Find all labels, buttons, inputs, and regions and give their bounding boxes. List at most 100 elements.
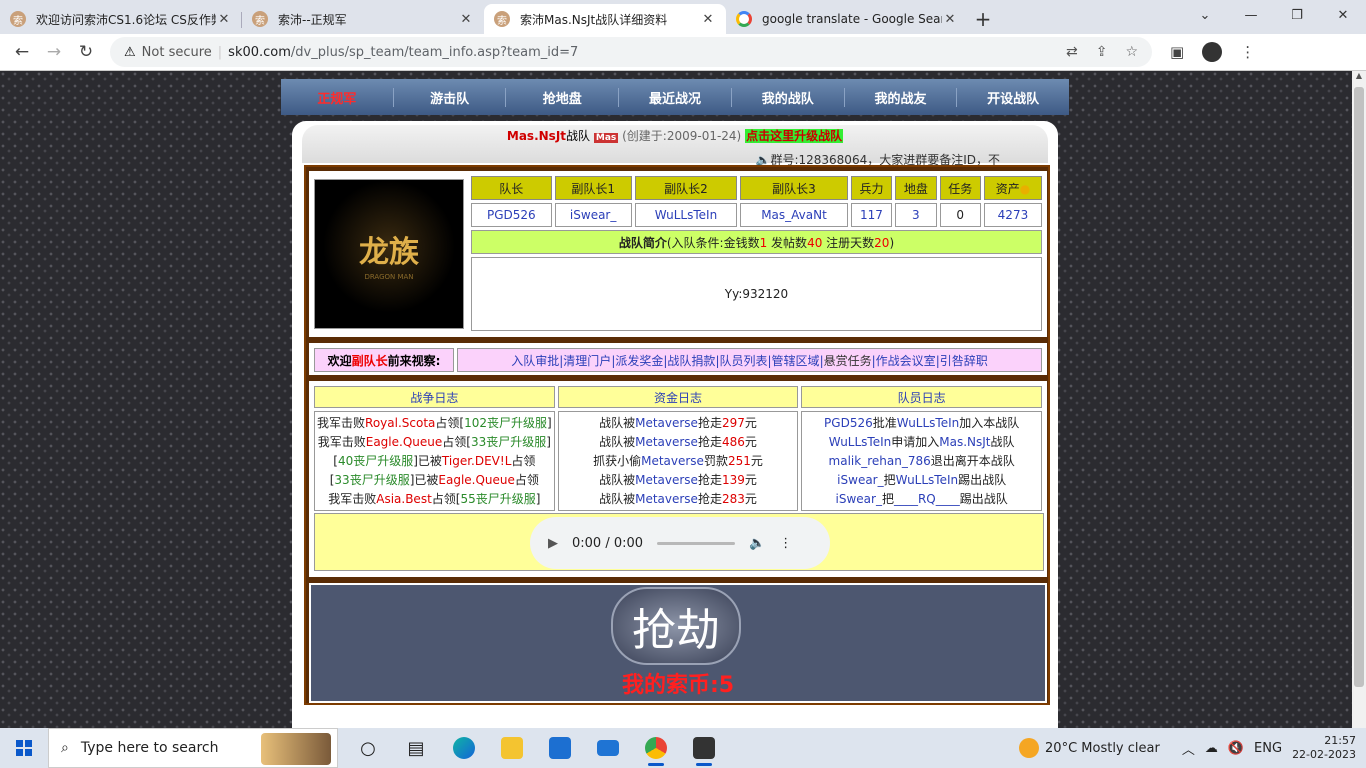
troops-link[interactable]: 117 [850,203,893,227]
welcome-section: 欢迎副队长前来视察: 入队审批|清理门户|派发奖金|战队捐款|队员列表|管辖区域… [309,343,1047,375]
team-name[interactable]: Mas.NsJt [507,129,566,143]
war-log-header[interactable]: 战争日志 [314,386,555,408]
sidebar-icon[interactable]: ▣ [1170,43,1184,61]
avatar[interactable] [1202,42,1223,62]
logs-table: 战争日志 资金日志 队员日志 我军击败Royal.Scota占领[102丧尸升级… [311,383,1045,514]
link-join-approval[interactable]: 入队审批 [511,354,559,368]
close-icon[interactable]: ✕ [458,12,474,27]
my-coins: 我的索币:5 [621,673,735,698]
vice-captain-1-link[interactable]: iSwear_ [554,203,632,227]
back-icon[interactable]: ← [6,42,38,62]
file-explorer-icon[interactable] [488,728,536,768]
logo-subtext: DRAGON MAN [364,272,414,281]
scroll-thumb[interactable] [1354,87,1364,687]
tab-forum[interactable]: 索欢迎访问索沛CS1.6论坛 CS反作弊 ✕ [0,4,242,34]
tab-army[interactable]: 索索沛--正规军 ✕ [242,4,484,34]
list-item: malik_rehan_786退出离开本战队 [828,454,1015,468]
list-item: 抓获小偷Metaverse罚款251元 [593,454,763,468]
task-view-icon[interactable]: ▤ [392,728,440,768]
upgrade-team-link[interactable]: 点击这里升级战队 [745,129,844,143]
link-donate[interactable]: 战队捐款 [667,354,715,368]
more-options-icon[interactable]: ⋮ [779,536,792,551]
link-zone[interactable]: 管辖区域 [772,354,820,368]
vice-captain-3-link[interactable]: Mas_AvaNt [740,203,848,227]
url-input[interactable]: ⚠ Not secure | sk00.com/dv_plus/sp_team/… [110,37,1152,67]
chevron-down-icon[interactable]: ⌄ [1182,0,1228,30]
close-icon[interactable]: ✕ [942,12,958,27]
warning-icon: ⚠ [124,44,136,60]
stat-header: 地盘 [895,176,937,200]
list-item: PGD526批准WuLLsTeIn加入本战队 [824,416,1020,430]
taskbar-search[interactable]: ⌕ Type here to search [48,728,338,768]
site-favicon-icon: 索 [252,11,268,27]
star-icon[interactable]: ☆ [1125,44,1138,60]
taskbar: ⌕ Type here to search ○ ▤ 20°C Mostly cl… [0,728,1366,768]
menu-create-team[interactable]: 开设战队 [957,88,1069,107]
close-window-icon[interactable]: ✕ [1320,0,1366,30]
stat-header: 副队长2 [634,176,738,200]
cortana-icon[interactable]: ○ [344,728,392,768]
assets-link[interactable]: 4273 [983,203,1042,227]
taskbar-apps: ○ ▤ [344,728,728,768]
network-icon[interactable]: ☁ [1205,741,1218,756]
scroll-up-icon[interactable]: ▲ [1352,71,1366,85]
restore-icon[interactable]: ❐ [1274,0,1320,30]
member-log: PGD526批准WuLLsTeIn加入本战队 WuLLsTeIn申请加入Mas.… [801,411,1042,511]
search-highlight-image [261,733,331,765]
link-war-room[interactable]: 作战会议室 [876,354,936,368]
clock-date: 22-02-2023 [1292,748,1356,761]
menu-recent-battles[interactable]: 最近战况 [619,87,732,107]
close-icon[interactable]: ✕ [216,12,232,27]
rob-section: 抢劫 我的索币:5 [309,583,1047,703]
edge-icon[interactable] [440,728,488,768]
close-icon[interactable]: ✕ [700,12,716,27]
tab-google[interactable]: google translate - Google Search ✕ [726,4,968,34]
share-icon[interactable]: ⇪ [1096,44,1108,60]
vice-captain-2-link[interactable]: WuLLsTeIn [634,203,738,227]
mail-icon[interactable] [584,728,632,768]
menu-grab-territory[interactable]: 抢地盘 [506,87,620,107]
member-log-header[interactable]: 队员日志 [801,386,1042,408]
forward-icon[interactable]: → [38,42,70,62]
menu-guerrilla[interactable]: 游击队 [394,87,507,107]
clock[interactable]: 21:57 22-02-2023 [1292,734,1356,762]
link-resign[interactable]: 引咎辞职 [940,354,988,368]
security-label: Not secure [141,44,212,60]
link-purge[interactable]: 清理门户 [563,354,611,368]
start-button[interactable] [0,728,48,768]
more-menu-icon[interactable]: ⋮ [1240,43,1255,61]
link-bonus[interactable]: 派发奖金 [615,354,663,368]
minimize-icon[interactable]: — [1228,0,1274,30]
volume-icon[interactable]: 🔈 [749,536,765,551]
language-indicator[interactable]: ENG [1254,741,1282,756]
site-favicon-icon: 索 [10,11,26,27]
store-icon[interactable] [536,728,584,768]
link-bounty[interactable]: 悬赏任务 [824,354,872,368]
menu-my-comrades[interactable]: 我的战友 [845,87,958,107]
rob-button[interactable]: 抢劫 [611,587,741,665]
link-member-list[interactable]: 队员列表 [719,354,767,368]
list-item: 战队被Metaverse抢走297元 [599,416,757,430]
reload-icon[interactable]: ↻ [70,42,102,62]
list-item: iSwear_把____RQ____踢出战队 [835,492,1008,506]
territory-link[interactable]: 3 [895,203,937,227]
translate-icon[interactable]: ⇄ [1066,44,1078,60]
weather-widget[interactable]: 20°C Mostly clear [1019,738,1160,758]
chevron-up-icon[interactable]: ︿ [1182,739,1195,758]
counter-strike-icon[interactable] [680,728,728,768]
volume-mute-icon[interactable]: 🔇 [1228,741,1244,756]
menu-regular-army[interactable]: 正规军 [281,87,394,107]
fund-log-header[interactable]: 资金日志 [557,386,799,408]
new-tab-button[interactable]: + [968,4,998,34]
clock-time: 21:57 [1324,734,1356,747]
audio-progress-slider[interactable] [657,541,736,545]
search-icon: ⌕ [61,740,69,756]
list-item: 我军击败Eagle.Queue占领[33丧尸升级服] [317,435,551,449]
menu-my-team[interactable]: 我的战队 [732,87,845,107]
chrome-icon[interactable] [632,728,680,768]
tab-team-info[interactable]: 索索沛Mas.NsJt战队详细资料 ✕ [484,4,726,34]
page-scrollbar[interactable]: ▲ [1352,71,1366,728]
team-title: Mas.NsJt战队 Mas (创建于:2009-01-24) 点击这里升级战队 [302,127,1048,144]
captain-link[interactable]: PGD526 [471,203,552,227]
play-icon[interactable]: ▶ [548,536,558,551]
